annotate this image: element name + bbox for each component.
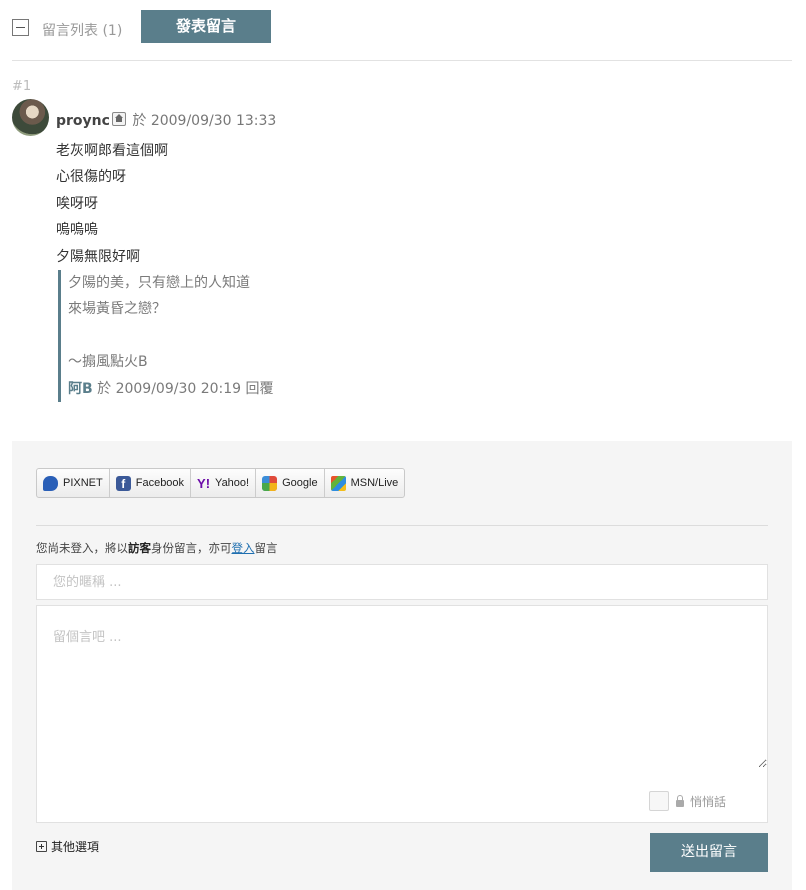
reply-line: 夕陽的美，只有戀上的人知道 [68,275,250,291]
comment-author[interactable]: proync [56,113,110,129]
comment-line: 老灰啊郎看這個啊 [56,143,168,159]
login-google-button[interactable]: Google [256,469,325,497]
pixnet-icon [43,475,58,491]
comment-line: 心很傷的呀 [56,169,126,186]
post-comment-button[interactable]: 發表留言 [141,10,271,43]
reply-line: 來場黃昏之戀？ [68,301,166,318]
login-facebook-button[interactable]: f Facebook [110,469,192,497]
nickname-input[interactable] [36,564,768,600]
yahoo-icon: Y! [197,475,211,491]
message-box: 悄悄話 [36,605,768,823]
submit-comment-button[interactable]: 送出留言 [650,833,768,872]
guest-label: 訪客 [128,541,151,555]
message-textarea[interactable] [37,606,767,768]
login-yahoo-button[interactable]: Y! Yahoo! [191,469,257,497]
home-icon[interactable] [111,112,126,126]
login-pixnet-button[interactable]: PIXNET [37,469,110,497]
collapse-icon[interactable] [12,19,29,36]
more-options-toggle[interactable]: 其他選項 [36,838,99,855]
login-provider-bar: PIXNET f Facebook Y! Yahoo! Google MSN/L… [36,468,406,498]
login-provider-label: Facebook [135,477,185,489]
divider [36,525,768,526]
reply-meta: 阿B 於 2009/09/30 20:19 回覆 [68,376,368,402]
comment-line: 夕陽無限好啊 [56,248,140,265]
facebook-icon: f [115,475,131,491]
private-checkbox[interactable] [648,791,669,811]
msn-icon [330,475,346,491]
notice-text: 身份留言，亦可 [151,541,232,555]
login-provider-label: Google [282,477,318,489]
plus-icon [36,841,47,852]
login-notice: 您尚未登入，將以訪客身份留言，亦可登入留言 [36,540,278,556]
lock-icon [675,794,684,807]
login-link[interactable]: 登入 [232,541,255,555]
reply-line: ～搧風點火B [68,354,148,371]
comment-form: PIXNET f Facebook Y! Yahoo! Google MSN/L… [12,441,792,890]
private-option: 悄悄話 [648,791,726,811]
reply-author: 阿B [68,380,93,397]
comment-line: 唉呀呀 [56,195,98,212]
comment-meta: proync 於 2009/09/30 13:33 [56,110,276,130]
login-provider-label: MSN/Live [350,477,399,489]
comment-toolbar: 留言列表 (1) 發表留言 [12,10,792,61]
comment-line: 嗚嗚嗚 [56,222,98,239]
comment-timestamp: 於 2009/09/30 13:33 [132,113,277,129]
comment-body: 老灰啊郎看這個啊 心很傷的呀 唉呀呀 嗚嗚嗚 夕陽無限好啊 [56,138,168,270]
notice-text: 您尚未登入，將以 [36,541,128,555]
more-options-label: 其他選項 [51,840,100,854]
login-provider-label: Yahoo! [215,477,250,489]
login-provider-label: PIXNET [63,477,103,489]
google-icon [262,475,278,491]
comment-number: #1 [12,79,32,94]
avatar[interactable] [12,99,49,136]
private-label[interactable]: 悄悄話 [690,793,726,810]
login-msn-button[interactable]: MSN/Live [325,469,405,497]
comment-list-label[interactable]: 留言列表 (1) [42,20,122,40]
notice-text: 留言 [254,541,278,555]
reply-line [68,323,368,349]
author-reply: 夕陽的美，只有戀上的人知道 來場黃昏之戀？ ～搧風點火B 阿B 於 2009/0… [58,270,368,403]
reply-timestamp: 於 2009/09/30 20:19 回覆 [97,380,274,397]
